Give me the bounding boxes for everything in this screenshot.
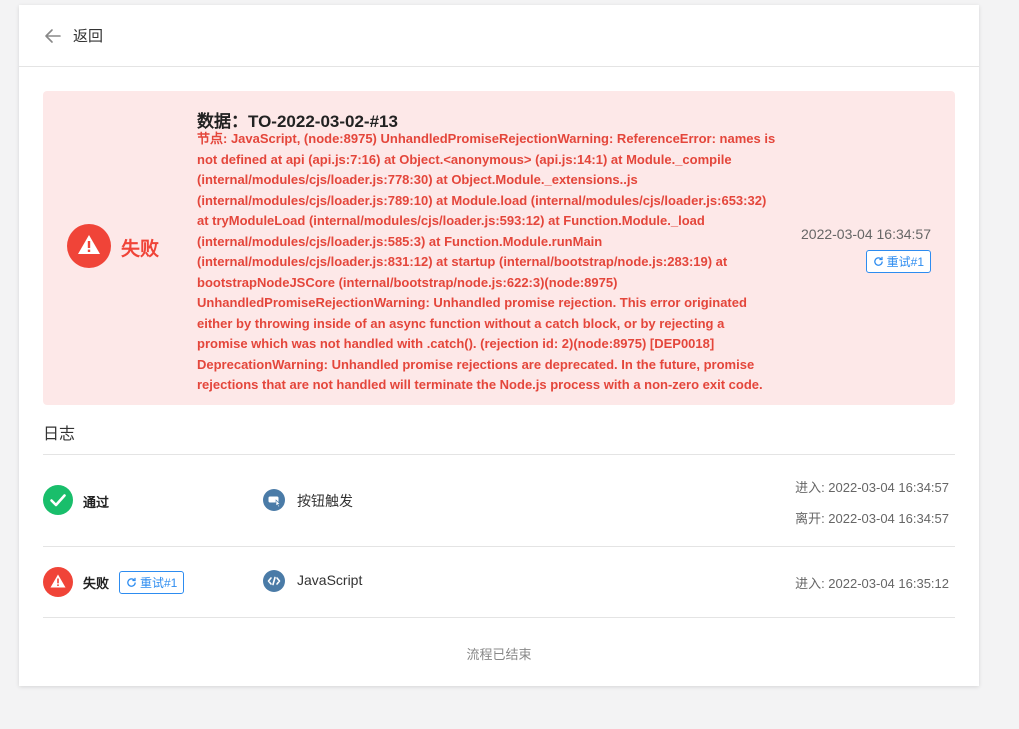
log-status-label: 失败 [83,576,110,591]
error-message-line: not defined at api (api.js:7:16) at Obje… [197,151,732,167]
error-message-line: bootstrapNodeJSCore (internal/bootstrap/… [197,274,618,290]
error-message-line: at tryModuleLoad (internal/modules/cjs/l… [197,213,705,228]
log-enter-time: 进入: 2022-03-04 16:34:57 [795,480,949,495]
error-message: 节点: JavaScript, (node:8975) UnhandledPro… [197,129,781,396]
log-section-title: 日志 [43,426,76,443]
retry-button[interactable]: 重试#1 [865,250,931,273]
error-alert: 失败 数据：TO-2022-03-02-#13 节点: JavaScript, … [43,91,955,405]
refresh-icon [127,577,136,587]
error-message-line: UnhandledPromiseRejectionWarning: Unhand… [197,295,747,310]
retry-button-label: 重试#1 [886,255,924,269]
log-status-label: 通过 [83,495,110,510]
log-enter-time: 进入: 2022-03-04 16:35:12 [795,576,949,591]
flow-end-label: 流程已结束 [466,647,532,662]
button-trigger-icon [263,489,285,511]
log-row-pass: 通过 按钮触发 进入: 2022-03-04 16:34:57 离开: 2022… [43,455,955,546]
log-node-label: 按钮触发 [297,493,353,509]
error-message-line: (internal/modules/cjs/loader.js:585:3) a… [197,233,603,249]
warning-triangle-icon [43,567,73,597]
log-leave-time: 离开: 2022-03-04 16:34:57 [795,511,949,526]
error-message-line: either by throwing inside of an async fu… [197,315,725,331]
refresh-icon [873,256,883,266]
check-icon [43,485,73,515]
log-row-fail: 失败 重试#1 JavaScript 进入: 2022-03-04 16:35:… [43,547,955,617]
arrow-left-icon[interactable] [43,26,63,46]
error-message-line: (internal/modules/cjs/loader.js:778:30) … [197,172,638,187]
flow-detail-card: 返回 失败 数据：TO-2022-03-02-#13 节点: JavaScrip… [19,5,979,686]
top-bar: 返回 [19,5,979,67]
error-message-line: (internal/modules/cjs/loader.js:789:10) … [197,192,767,208]
back-button[interactable]: 返回 [73,25,103,46]
alert-status-label: 失败 [121,239,160,260]
error-message-line: promise which was not handled with .catc… [197,336,715,351]
divider [43,617,955,618]
retry-button[interactable]: 重试#1 [119,571,185,594]
code-icon [263,570,285,592]
error-message-line: rejections that are not handled will ter… [197,377,763,392]
log-node-label: JavaScript [297,572,363,588]
alert-timestamp: 2022-03-04 16:34:57 [801,226,931,242]
warning-triangle-icon [67,224,111,268]
error-message-line: (internal/modules/cjs/loader.js:831:12) … [197,254,728,269]
error-message-line: DeprecationWarning: Unhandled promise re… [197,356,755,372]
retry-button-label: 重试#1 [140,576,178,590]
error-message-line: 节点: JavaScript, (node:8975) UnhandledPro… [197,131,776,146]
